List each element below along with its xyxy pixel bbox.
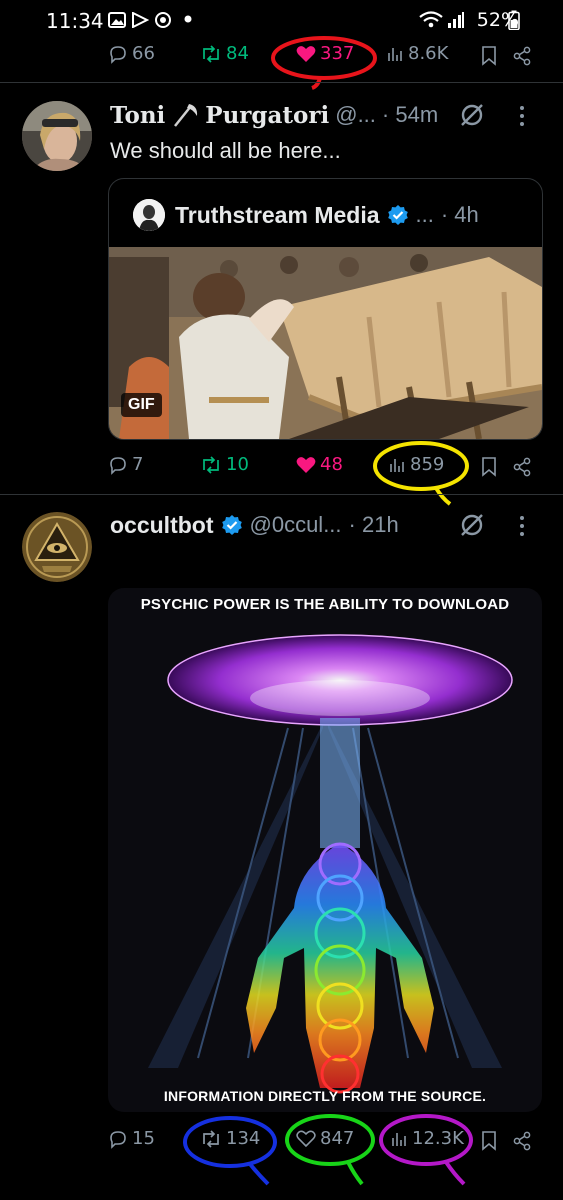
avatar-photo-icon bbox=[133, 199, 165, 231]
notification-dot-icon bbox=[184, 15, 192, 23]
reply-button[interactable]: 7 bbox=[108, 454, 143, 475]
tweet-time[interactable]: · 54m bbox=[382, 102, 438, 128]
author-name-last[interactable]: Purgatori bbox=[205, 102, 329, 129]
reply-count: 15 bbox=[132, 1128, 155, 1149]
quote-handle: ... bbox=[415, 202, 434, 227]
gif-media[interactable]: GIF bbox=[109, 247, 542, 439]
grok-icon[interactable] bbox=[458, 511, 486, 539]
view-count: 8.6K bbox=[408, 43, 449, 64]
avatar-toni[interactable] bbox=[22, 101, 92, 171]
quote-author-name: Truthstream Media bbox=[175, 201, 380, 228]
gallery-notification-icon bbox=[108, 12, 126, 28]
quoted-tweet[interactable]: Truthstream Media ... · 4h GIF bbox=[108, 178, 543, 440]
views-button[interactable]: 8.6K bbox=[386, 43, 448, 64]
author-handle[interactable]: @... bbox=[335, 102, 376, 128]
share-icon[interactable] bbox=[512, 1131, 532, 1151]
bookmark-icon[interactable] bbox=[481, 1131, 497, 1151]
bookmark-icon[interactable] bbox=[481, 46, 497, 66]
like-button[interactable]: 48 bbox=[296, 454, 343, 475]
repost-count: 84 bbox=[226, 43, 249, 64]
repost-icon bbox=[203, 44, 219, 63]
repost-icon bbox=[203, 455, 219, 474]
purple-annotation-circle bbox=[379, 1114, 473, 1186]
eye-of-providence-icon bbox=[22, 512, 92, 582]
author-handle[interactable]: @0ccul... bbox=[250, 512, 342, 538]
more-options-icon[interactable] bbox=[518, 104, 526, 128]
quote-header: Truthstream Media ... · 4h bbox=[175, 199, 479, 231]
quote-time: · 4h bbox=[440, 202, 479, 227]
repost-button[interactable]: 84 bbox=[200, 43, 249, 64]
tweet1-header: Toni Purgatori @... · 54m bbox=[110, 100, 438, 130]
verified-badge-icon bbox=[221, 515, 242, 535]
status-time: 11:34 bbox=[46, 9, 104, 33]
verified-badge-icon bbox=[387, 205, 408, 225]
tweet-image[interactable]: PSYCHIC POWER IS THE ABILITY TO DOWNLOAD bbox=[108, 588, 542, 1112]
green-annotation-circle bbox=[285, 1114, 375, 1186]
tweet1-actions: 7 10 48 859 bbox=[0, 451, 563, 481]
tweet-time[interactable]: · 21h bbox=[349, 512, 399, 538]
views-icon bbox=[388, 47, 402, 61]
tweet2-header: occultbot @0ccul... · 21h bbox=[110, 510, 399, 540]
wifi-icon bbox=[419, 11, 443, 28]
gif-badge: GIF bbox=[121, 393, 162, 417]
blue-annotation-circle bbox=[183, 1116, 277, 1186]
reply-icon bbox=[110, 1130, 126, 1149]
scythe-emoji-icon bbox=[174, 104, 198, 127]
more-options-icon[interactable] bbox=[518, 514, 526, 538]
chakra-illustration-image bbox=[148, 634, 513, 1094]
battery-icon bbox=[508, 10, 520, 30]
avatar-occultbot[interactable] bbox=[22, 512, 92, 582]
reply-count: 66 bbox=[132, 43, 155, 64]
repost-count: 10 bbox=[226, 454, 249, 475]
share-icon[interactable] bbox=[512, 457, 532, 477]
grok-icon[interactable] bbox=[458, 101, 486, 129]
repost-button[interactable]: 10 bbox=[200, 454, 249, 475]
author-name[interactable]: Toni bbox=[110, 102, 165, 129]
app-notification-icon bbox=[155, 12, 171, 28]
reply-button[interactable]: 66 bbox=[108, 43, 155, 64]
heart-filled-icon bbox=[296, 456, 316, 473]
signal-icon bbox=[448, 12, 464, 28]
bookmark-icon[interactable] bbox=[481, 457, 497, 477]
avatar-truthstream bbox=[133, 199, 165, 231]
poster-bottom-text: INFORMATION DIRECTLY FROM THE SOURCE. bbox=[163, 1088, 487, 1104]
author-name[interactable]: occultbot bbox=[110, 512, 214, 539]
yellow-annotation-circle bbox=[373, 441, 469, 506]
reply-icon bbox=[110, 456, 126, 475]
share-icon[interactable] bbox=[512, 46, 532, 66]
like-count: 48 bbox=[320, 454, 343, 475]
divider bbox=[0, 82, 563, 83]
tweet-text: We should all be here... bbox=[110, 138, 341, 163]
reply-icon bbox=[110, 45, 126, 64]
reply-count: 7 bbox=[132, 454, 144, 475]
gif-scene-image bbox=[109, 247, 542, 439]
reply-button[interactable]: 15 bbox=[108, 1128, 155, 1149]
divider bbox=[0, 494, 563, 495]
play-notification-icon bbox=[132, 12, 149, 28]
avatar-photo-icon bbox=[22, 101, 92, 171]
